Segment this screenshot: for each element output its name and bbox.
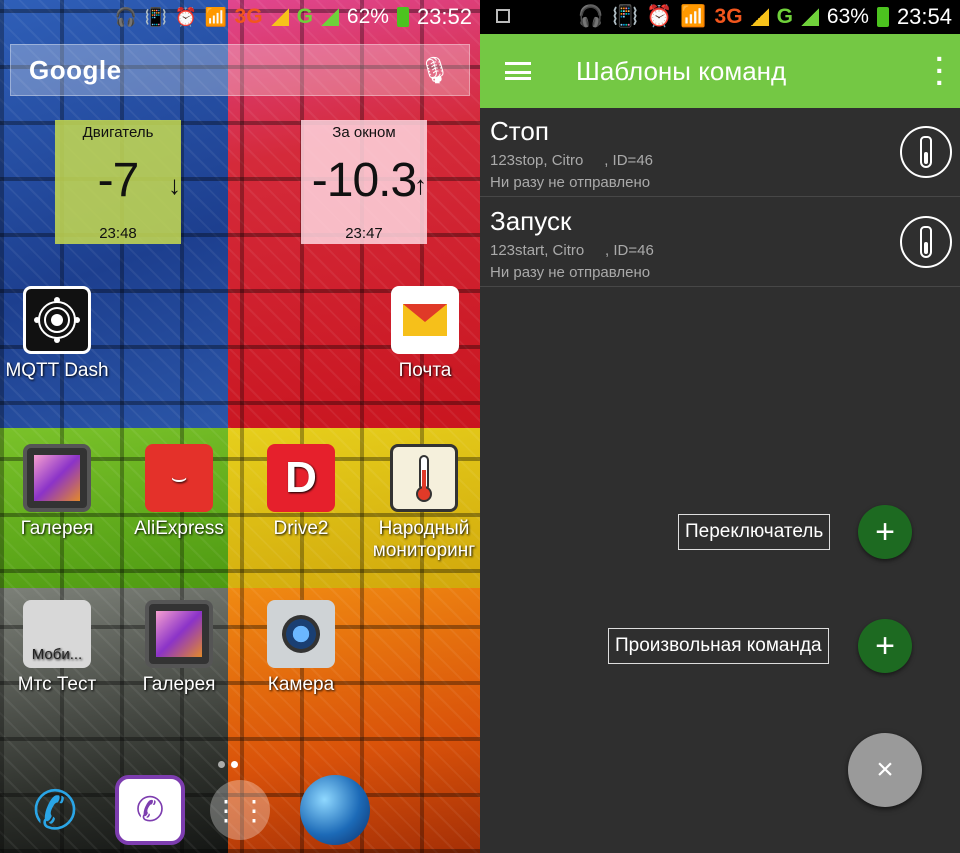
widget-outside-temp[interactable]: За окном -10.3 ↑ 23:47 — [301, 120, 427, 244]
viber-icon[interactable]: ✆ — [115, 775, 185, 845]
wifi-icon: 📶 — [204, 7, 227, 27]
camera-icon — [267, 600, 335, 668]
list-item[interactable]: Стоп 123stop, Citro , ID=46 Ни разу не о… — [480, 108, 960, 197]
signal-icon — [270, 8, 289, 26]
app-aliexpress[interactable]: ⌣ AliExpress — [124, 444, 234, 540]
drive2-icon: D — [267, 444, 335, 512]
page-title: Шаблоны команд — [576, 55, 787, 86]
app-gallery-2[interactable]: Галерея — [124, 600, 234, 696]
widget-value: -7 — [97, 154, 140, 207]
app-mqtt-dash[interactable]: MQTT Dash — [2, 286, 112, 382]
app-label: Камера — [267, 674, 335, 695]
signal-icon — [800, 8, 819, 26]
widget-value: -10.3 — [311, 154, 417, 207]
clock: 23:54 — [896, 4, 952, 29]
home-screen: 🎧 📳 ⏰ 📶 3G G 62% 23:52 Google 🎙 Двигател… — [0, 0, 480, 853]
mail-icon — [391, 286, 459, 354]
battery-percent: 63% — [826, 5, 869, 28]
item-subtitle: 123stop, Citro , ID=46 — [490, 152, 654, 169]
signal-icon — [750, 8, 769, 26]
menu-icon[interactable] — [480, 34, 556, 108]
list-item[interactable]: Запуск 123start, Citro , ID=46 Ни разу н… — [480, 198, 960, 287]
headphones-icon: 🎧 — [577, 5, 605, 28]
gallery-icon — [145, 600, 213, 668]
wifi-icon: 📶 — [680, 5, 707, 28]
app-label: Мтс Тест — [17, 674, 97, 695]
arrow-down-icon: ↓ — [168, 170, 181, 200]
app-screen: 🎧 📳 ⏰ 📶 3G G 63% 23:54 Шаблоны команд · ·… — [480, 0, 960, 853]
item-subtitle: 123start, Citro , ID=46 — [490, 242, 654, 259]
alarm-icon: ⏰ — [174, 7, 197, 27]
status-bar: 🎧 📳 ⏰ 📶 3G G 63% 23:54 — [480, 0, 960, 34]
alarm-icon: ⏰ — [646, 5, 673, 28]
browser-globe-icon[interactable] — [300, 775, 370, 845]
network-3g: 3G — [714, 5, 743, 28]
item-title: Запуск — [490, 206, 572, 236]
app-bar: Шаблоны команд · · · — [480, 34, 960, 108]
network-3g: 3G — [234, 5, 263, 28]
headphones-icon: 🎧 — [114, 7, 137, 27]
battery-percent: 62% — [346, 5, 389, 28]
app-camera[interactable]: Камера — [246, 600, 356, 696]
signal-icon — [320, 8, 339, 26]
app-label: Народный мониторинг — [372, 518, 476, 561]
mqtt-icon — [23, 286, 91, 354]
network-g: G — [296, 5, 313, 28]
page-indicator — [215, 755, 241, 773]
add-custom-command-button[interactable]: + — [858, 619, 912, 673]
thermometer-icon[interactable] — [900, 216, 952, 268]
app-label: Drive2 — [273, 518, 329, 539]
app-mail[interactable]: Почта — [370, 286, 480, 382]
overflow-menu-icon[interactable]: · · · — [920, 45, 960, 97]
widget-time: 23:48 — [99, 225, 137, 242]
thermometer-icon[interactable] — [900, 126, 952, 178]
app-label: MQTT Dash — [5, 360, 109, 381]
widget-label: Двигатель — [82, 124, 154, 141]
app-label: Галерея — [20, 518, 94, 539]
item-status: Ни разу не отправлено — [490, 264, 651, 281]
aliexpress-icon: ⌣ — [145, 444, 213, 512]
battery-icon — [396, 7, 409, 27]
app-label: AliExpress — [134, 518, 224, 539]
clock: 23:52 — [416, 4, 472, 29]
google-logo: Google — [29, 54, 122, 85]
app-drive2[interactable]: D Drive2 — [246, 444, 356, 540]
app-monitoring[interactable]: Народный мониторинг — [368, 444, 480, 562]
app-label: Почта — [398, 360, 452, 381]
google-search-bar[interactable]: Google 🎙 — [10, 44, 470, 96]
vibrate-icon: 📳 — [612, 5, 639, 28]
widget-time: 23:47 — [345, 225, 383, 242]
battery-icon — [876, 7, 889, 27]
item-status: Ни разу не отправлено — [490, 174, 651, 191]
mts-icon: Моби... — [23, 600, 91, 668]
app-drawer-icon[interactable]: ⋮⋮ — [210, 780, 270, 840]
mic-icon[interactable]: 🎙 — [418, 55, 451, 86]
widget-label: За окном — [332, 124, 396, 141]
item-title: Стоп — [490, 116, 549, 146]
arrow-up-icon: ↑ — [414, 170, 427, 200]
gallery-icon — [23, 444, 91, 512]
network-g: G — [776, 5, 793, 28]
monitoring-icon — [390, 444, 458, 512]
status-bar: 🎧 📳 ⏰ 📶 3G G 62% 23:52 — [0, 0, 480, 34]
vibrate-icon: 📳 — [144, 7, 167, 27]
widget-engine-temp[interactable]: Двигатель -7 ↓ 23:48 — [55, 120, 181, 244]
app-gallery[interactable]: Галерея — [2, 444, 112, 540]
phone-icon[interactable]: ✆ — [20, 775, 90, 845]
close-fab-button[interactable]: × — [848, 733, 922, 807]
app-mts-test[interactable]: Моби... Мтс Тест — [2, 600, 112, 696]
add-switch-button[interactable]: + — [858, 505, 912, 559]
fab-label-switch[interactable]: Переключатель — [678, 514, 831, 550]
fab-label-custom-command[interactable]: Произвольная команда — [608, 628, 829, 664]
image-notification-icon — [496, 9, 510, 23]
app-label: Галерея — [142, 674, 216, 695]
